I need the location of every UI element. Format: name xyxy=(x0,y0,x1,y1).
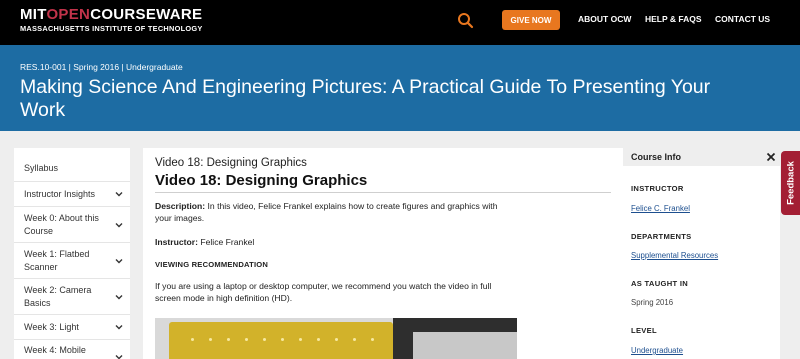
viewing-recommendation-text: If you are using a laptop or desktop com… xyxy=(155,281,492,303)
instructor-label: Instructor: xyxy=(155,237,198,247)
nav-help-faqs[interactable]: HELP & FAQS xyxy=(645,14,702,24)
course-meta: RES.10-001 | Spring 2016 | Undergraduate xyxy=(20,62,183,72)
top-navigation: MITOPENCOURSEWARE MASSACHUSETTS INSTITUT… xyxy=(0,0,800,45)
video-thumbnail-board xyxy=(169,322,393,359)
course-info-title: Course Info xyxy=(631,152,682,162)
close-icon xyxy=(766,152,776,162)
sidebar-item-week-1[interactable]: Week 1: Flatbed Scanner xyxy=(14,243,130,278)
video-thumbnail-light xyxy=(413,332,517,359)
sidebar-item-instructor-insights[interactable]: Instructor Insights xyxy=(14,182,130,206)
sidebar-item-label: Week 0: About this Course xyxy=(24,212,99,236)
chevron-down-icon[interactable] xyxy=(114,220,124,230)
video-instructor: Instructor: Felice Frankel xyxy=(155,236,515,248)
description-text: In this video, Felice Frankel explains h… xyxy=(155,201,498,223)
video-player[interactable] xyxy=(155,318,517,359)
sidebar-item-week-2[interactable]: Week 2: Camera Basics xyxy=(14,279,130,314)
chevron-down-icon[interactable] xyxy=(114,189,124,199)
search-icon xyxy=(458,13,474,29)
search-button[interactable] xyxy=(456,11,476,31)
chevron-down-icon[interactable] xyxy=(114,322,124,332)
logo-subtitle: MASSACHUSETTS INSTITUTE OF TECHNOLOGY xyxy=(20,24,203,33)
course-banner: RES.10-001 | Spring 2016 | Undergraduate… xyxy=(0,45,800,131)
give-now-button[interactable]: GIVE NOW xyxy=(502,10,560,30)
page-title: Video 18: Designing Graphics xyxy=(155,172,368,189)
sidebar-item-week-0[interactable]: Week 0: About this Course xyxy=(14,207,130,242)
level-heading: LEVEL xyxy=(631,326,657,335)
instructor-text: Felice Frankel xyxy=(197,237,255,247)
main-content: Video 18: Designing Graphics Video 18: D… xyxy=(143,148,623,359)
as-taught-in-value: Spring 2016 xyxy=(631,298,674,307)
sidebar-item-week-4[interactable]: Week 4: Mobile Devices and Video xyxy=(14,340,130,359)
sidebar-item-syllabus[interactable]: Syllabus xyxy=(14,155,130,181)
logo-wordmark: MITOPENCOURSEWARE xyxy=(20,7,203,22)
sidebar-item-label: Instructor Insights xyxy=(24,188,96,199)
course-title[interactable]: Making Science And Engineering Pictures:… xyxy=(20,76,760,122)
as-taught-in-heading: AS TAUGHT IN xyxy=(631,279,689,288)
level-link[interactable]: Undergraduate xyxy=(631,346,683,355)
departments-heading: DEPARTMENTS xyxy=(631,232,692,241)
chevron-down-icon[interactable] xyxy=(114,352,124,359)
nav-about-ocw[interactable]: ABOUT OCW xyxy=(578,14,631,24)
title-divider xyxy=(155,192,611,193)
chevron-down-icon[interactable] xyxy=(114,292,124,302)
sidebar-item-label: Week 3: Light xyxy=(24,321,79,332)
course-info-header: Course Info xyxy=(623,148,780,166)
logo-mit: MIT xyxy=(20,6,47,23)
course-sidebar: Syllabus Instructor Insights Week 0: Abo… xyxy=(14,148,130,359)
description-label: Description: xyxy=(155,201,206,211)
nav-contact-us[interactable]: CONTACT US xyxy=(715,14,770,24)
logo-open: OPEN xyxy=(46,6,91,23)
department-link[interactable]: Supplemental Resources xyxy=(631,251,718,260)
sidebar-item-label: Week 4: Mobile Devices and Video xyxy=(24,345,99,359)
feedback-tab[interactable]: Feedback xyxy=(781,151,800,215)
viewing-recommendation-heading: VIEWING RECOMMENDATION xyxy=(155,260,269,269)
close-button[interactable] xyxy=(764,150,778,164)
sidebar-item-label: Syllabus xyxy=(24,162,59,173)
logo-courseware: COURSEWARE xyxy=(90,6,203,23)
instructor-heading: INSTRUCTOR xyxy=(631,184,684,193)
sidebar-item-week-3[interactable]: Week 3: Light xyxy=(14,315,130,339)
chevron-down-icon[interactable] xyxy=(114,256,124,266)
feedback-label: Feedback xyxy=(785,161,796,205)
video-description: Description: In this video, Felice Frank… xyxy=(155,200,515,224)
instructor-link[interactable]: Felice C. Frankel xyxy=(631,204,690,213)
sidebar-item-label: Week 2: Camera Basics xyxy=(24,284,92,308)
sidebar-item-label: Week 1: Flatbed Scanner xyxy=(24,248,90,272)
course-info-panel: Course Info INSTRUCTOR Felice C. Frankel… xyxy=(623,148,780,359)
ocw-logo[interactable]: MITOPENCOURSEWARE MASSACHUSETTS INSTITUT… xyxy=(20,7,203,33)
video-header: Video 18: Designing Graphics xyxy=(155,157,307,169)
